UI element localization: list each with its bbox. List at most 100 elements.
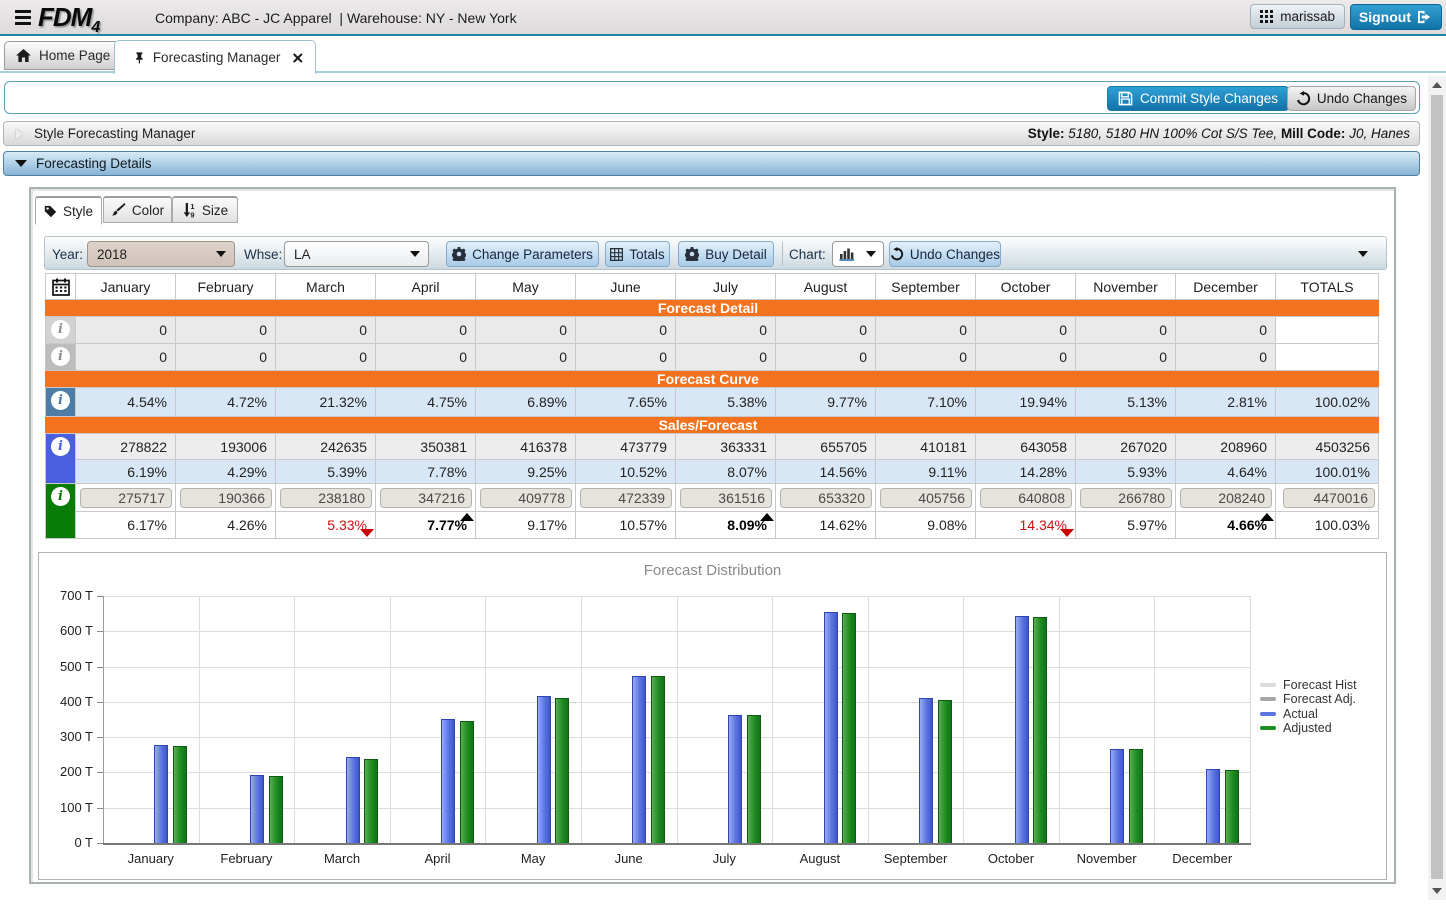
menu-icon[interactable] — [15, 10, 31, 25]
totals-button[interactable]: Totals — [605, 241, 670, 267]
adjusted-input[interactable] — [280, 488, 372, 508]
info-icon[interactable]: i — [51, 347, 70, 366]
chart-bar-actual — [1206, 769, 1220, 843]
adjusted-input[interactable] — [180, 488, 272, 508]
cell-july: 5.38% — [676, 388, 776, 417]
month-header: June — [576, 274, 676, 300]
tab-home-label: Home Page — [39, 48, 110, 63]
buy-detail-button[interactable]: Buy Detail — [678, 241, 774, 267]
info-icon[interactable]: i — [51, 487, 70, 506]
adjusted-input[interactable] — [980, 488, 1072, 508]
style-forecasting-manager-header[interactable]: Style Forecasting Manager Style: 5180, 5… — [3, 121, 1420, 146]
cell-october[interactable] — [976, 484, 1076, 512]
cell-january: 6.17% — [76, 512, 176, 539]
chart-type-select[interactable] — [832, 241, 884, 267]
fd-title: Forecasting Details — [36, 156, 152, 171]
undo-top-label: Undo Changes — [1317, 91, 1407, 106]
scroll-up-arrow[interactable] — [1428, 76, 1446, 94]
adjusted-input[interactable] — [1080, 488, 1172, 508]
month-header: April — [376, 274, 476, 300]
info-icon[interactable]: i — [51, 437, 70, 456]
toolbar-overflow-button[interactable] — [1348, 237, 1378, 271]
cell-december[interactable] — [1176, 484, 1276, 512]
info-icon[interactable]: i — [51, 320, 70, 339]
commit-label: Commit Style Changes — [1140, 91, 1278, 106]
cell-april[interactable] — [376, 484, 476, 512]
v-gridline — [1250, 596, 1251, 843]
cell-june[interactable] — [576, 484, 676, 512]
trend-down-icon — [1060, 529, 1074, 537]
month-header: October — [976, 274, 1076, 300]
cell-may[interactable] — [476, 484, 576, 512]
info-icon[interactable]: i — [51, 391, 70, 410]
scroll-down-arrow[interactable] — [1428, 882, 1446, 900]
cell-october: 19.94% — [976, 388, 1076, 417]
scrollbar-thumb[interactable] — [1431, 95, 1443, 879]
tab-size[interactable]: 1 9 Size — [172, 196, 238, 223]
undo-changes-button[interactable]: Undo Changes — [889, 241, 1001, 267]
cell-december: 0 — [1176, 344, 1276, 371]
cell-august: 9.77% — [776, 388, 876, 417]
v-gridline — [294, 596, 295, 843]
adjusted-input[interactable] — [480, 488, 572, 508]
cell-january[interactable] — [76, 484, 176, 512]
signout-button[interactable]: Signout — [1350, 4, 1442, 30]
month-header: February — [176, 274, 276, 300]
cell-september[interactable] — [876, 484, 976, 512]
cell-october: 14.28% — [976, 460, 1076, 484]
undo-icon — [1296, 91, 1311, 106]
commit-style-changes-button[interactable]: Commit Style Changes — [1107, 86, 1289, 111]
forecasting-details-header[interactable]: Forecasting Details — [3, 151, 1420, 176]
cell-august: 14.56% — [776, 460, 876, 484]
cell-totals — [1276, 344, 1379, 371]
cell-november[interactable] — [1076, 484, 1176, 512]
adjusted-input[interactable] — [1180, 488, 1272, 508]
whse-label: Whse: — [244, 237, 282, 271]
adjusted-input[interactable] — [80, 488, 172, 508]
cell-october: 14.34% — [976, 512, 1076, 539]
adjusted-input[interactable] — [780, 488, 872, 508]
adjusted-input[interactable] — [580, 488, 672, 508]
tab-forecasting-manager[interactable]: Forecasting Manager — [114, 40, 316, 74]
cell-march[interactable] — [276, 484, 376, 512]
sales-percent-row: 6.19%4.29%5.39%7.78%9.25%10.52%8.07%14.5… — [46, 460, 1379, 484]
tab-home-page[interactable]: Home Page — [4, 41, 122, 70]
year-select[interactable]: 2018 — [87, 241, 235, 267]
chart-bar-adjusted — [460, 721, 474, 844]
cell-july[interactable] — [676, 484, 776, 512]
style-value: 5180, 5180 HN 100% Cot S/S Tee, — [1068, 126, 1277, 141]
adjusted-input[interactable] — [680, 488, 772, 508]
adjusted-total-input[interactable] — [1283, 488, 1375, 508]
adjusted-units-row: i — [46, 484, 1379, 512]
cell-february[interactable] — [176, 484, 276, 512]
cell-august[interactable] — [776, 484, 876, 512]
forecast-hist-row: i000000000000 — [46, 317, 1379, 344]
whse-select[interactable]: LA — [284, 241, 429, 267]
row-icon-cell: i — [46, 388, 76, 417]
x-axis-label: May — [485, 851, 581, 866]
y-axis-label: 500 T — [41, 659, 93, 674]
chevron-down-icon — [866, 251, 876, 257]
tab-size-label: Size — [202, 203, 228, 218]
adjusted-input[interactable] — [880, 488, 972, 508]
undo-changes-button-top[interactable]: Undo Changes — [1287, 86, 1416, 111]
tab-style[interactable]: Style — [35, 196, 102, 225]
cell-november: 267020 — [1076, 434, 1176, 460]
cell-march: 0 — [276, 344, 376, 371]
adjusted-input[interactable] — [380, 488, 472, 508]
details-toolbar: Year: 2018 Whse: LA Change Parameters — [44, 236, 1387, 270]
cell-november: 0 — [1076, 317, 1176, 344]
cell-january: 0 — [76, 317, 176, 344]
gear-icon — [452, 247, 466, 261]
cell-july: 0 — [676, 317, 776, 344]
cell-february: 0 — [176, 344, 276, 371]
user-button[interactable]: marissab — [1250, 4, 1345, 29]
cell-august: 14.62% — [776, 512, 876, 539]
change-parameters-button[interactable]: Change Parameters — [446, 241, 599, 267]
cell-totals: 100.01% — [1276, 460, 1379, 484]
vertical-scrollbar[interactable] — [1428, 76, 1446, 900]
close-tab-icon[interactable] — [293, 52, 303, 64]
legend-swatch — [1260, 726, 1276, 730]
tab-color[interactable]: Color — [103, 196, 172, 223]
company-warehouse-info: Company: ABC - JC Apparel | Warehouse: N… — [155, 10, 517, 26]
